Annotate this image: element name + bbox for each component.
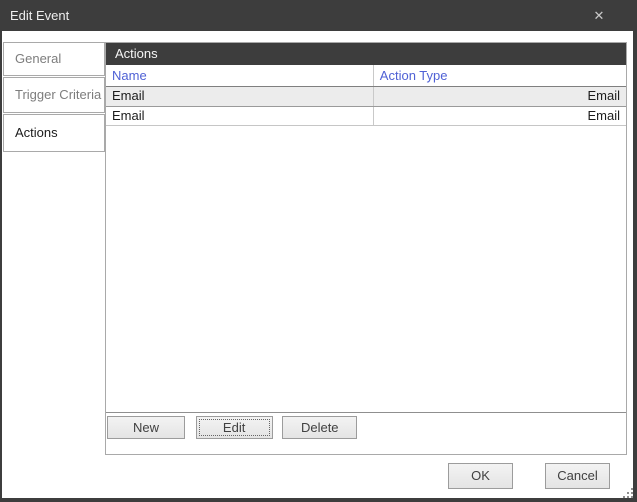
column-header-action-type[interactable]: Action Type [374,65,626,86]
window-border-bottom [0,498,637,502]
edit-button[interactable]: Edit [196,416,273,439]
cell-name: Email [106,87,374,106]
edit-event-dialog: Edit Event ✕ General Trigger Criteria Ac… [0,0,637,502]
table-row[interactable]: Email Email [106,107,626,126]
new-button[interactable]: New [107,416,185,439]
tab-general[interactable]: General [3,42,105,76]
actions-table: Name Action Type Email Email Email Email [106,65,626,413]
table-button-row: New Edit Delete [107,416,357,439]
ok-button[interactable]: OK [448,463,513,489]
tab-trigger-criteria[interactable]: Trigger Criteria [3,77,105,113]
panel-header: Actions [106,43,626,65]
table-header-row: Name Action Type [106,65,626,87]
close-icon[interactable]: ✕ [584,0,614,31]
cell-name: Email [106,107,374,125]
window-title: Edit Event [10,0,69,31]
table-row[interactable]: Email Email [106,87,626,107]
actions-panel: Actions Name Action Type Email Email Ema… [105,42,627,455]
cell-action-type: Email [374,107,626,125]
delete-button[interactable]: Delete [282,416,357,439]
cancel-button[interactable]: Cancel [545,463,610,489]
window-border-right [633,31,637,502]
window-border-left [0,31,2,502]
title-bar: Edit Event [0,0,637,31]
column-header-name[interactable]: Name [106,65,374,86]
resize-grip-icon[interactable] [621,486,634,499]
cell-action-type: Email [374,87,626,106]
tab-actions[interactable]: Actions [3,114,105,152]
